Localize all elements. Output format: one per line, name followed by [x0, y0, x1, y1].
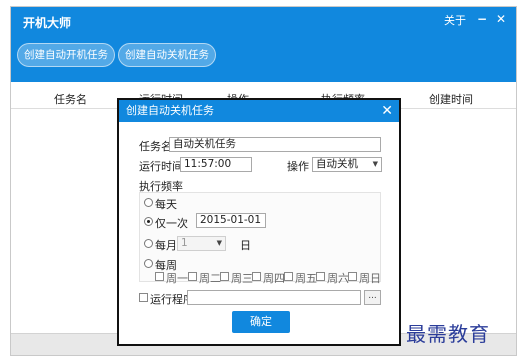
weekday-monday-label: 周一	[166, 272, 188, 285]
once-date-input[interactable]: 2015-01-01	[196, 213, 266, 228]
column-header-task-name[interactable]: 任务名	[54, 91, 87, 107]
app-title: 开机大师	[23, 16, 72, 30]
operation-label: 操作	[287, 160, 309, 173]
weekday-wednesday-label: 周三	[231, 272, 253, 285]
run-time-label: 运行时间	[139, 160, 183, 173]
weekday-thursday-label: 周四	[263, 272, 285, 285]
close-icon[interactable]: ✕	[496, 12, 506, 26]
frequency-once-radio[interactable]	[144, 217, 153, 226]
frequency-monthly-radio[interactable]	[144, 239, 153, 248]
create-shutdown-task-button[interactable]: 创建自动关机任务	[118, 43, 216, 67]
watermark-logo: 最需教育	[406, 322, 490, 346]
weekday-monday-checkbox[interactable]	[155, 272, 164, 281]
dialog-close-icon[interactable]: ✕	[381, 100, 393, 122]
run-program-input[interactable]	[187, 290, 361, 305]
monthly-day-value: 1	[181, 237, 188, 249]
weekday-saturday-label: 周六	[327, 272, 349, 285]
weekday-wednesday-checkbox[interactable]	[220, 272, 229, 281]
browse-button[interactable]: ...	[364, 290, 381, 305]
monthly-day-select[interactable]: 1 ▼	[177, 236, 226, 251]
about-link[interactable]: 关于	[444, 12, 466, 28]
day-unit-label: 日	[240, 239, 251, 252]
operation-selected-value: 自动关机	[316, 158, 358, 170]
weekday-tuesday-checkbox[interactable]	[188, 272, 197, 281]
task-name-label: 任务名	[139, 140, 172, 153]
task-name-input[interactable]: 自动关机任务	[169, 137, 381, 152]
run-time-input[interactable]: 11:57:00	[180, 157, 252, 172]
operation-select[interactable]: 自动关机 ▼	[312, 157, 382, 172]
chevron-down-icon: ▼	[372, 160, 378, 168]
column-header-created-time[interactable]: 创建时间	[429, 91, 473, 107]
create-shutdown-task-dialog: 创建自动关机任务 ✕ 任务名 自动关机任务 运行时间 11:57:00 操作 自…	[117, 98, 401, 346]
create-startup-task-button[interactable]: 创建自动开机任务	[17, 43, 115, 67]
weekday-sunday-checkbox[interactable]	[348, 272, 357, 281]
weekday-friday-checkbox[interactable]	[284, 272, 293, 281]
dialog-title: 创建自动关机任务	[126, 104, 214, 117]
run-program-checkbox[interactable]	[139, 293, 148, 302]
chevron-down-icon: ▼	[216, 239, 222, 247]
minimize-icon[interactable]: −	[477, 12, 487, 26]
weekday-thursday-checkbox[interactable]	[252, 272, 261, 281]
frequency-weekly-radio[interactable]	[144, 259, 153, 268]
weekday-saturday-checkbox[interactable]	[316, 272, 325, 281]
dialog-title-bar: 创建自动关机任务 ✕	[119, 100, 399, 122]
weekday-sunday-label: 周日	[359, 272, 381, 285]
frequency-once-label: 仅一次	[155, 217, 188, 230]
frequency-panel: 每天 仅一次 2015-01-01 每月 1 ▼ 日 每周 周一 周二 周三 周…	[139, 192, 381, 285]
confirm-button[interactable]: 确定	[232, 311, 290, 333]
frequency-daily-radio[interactable]	[144, 198, 153, 207]
title-bar: 开机大师 关于 − ✕ 创建自动开机任务 创建自动关机任务	[11, 7, 516, 82]
weekday-tuesday-label: 周二	[199, 272, 221, 285]
frequency-daily-label: 每天	[155, 198, 177, 211]
frequency-monthly-label: 每月	[155, 239, 177, 252]
weekday-friday-label: 周五	[295, 272, 317, 285]
